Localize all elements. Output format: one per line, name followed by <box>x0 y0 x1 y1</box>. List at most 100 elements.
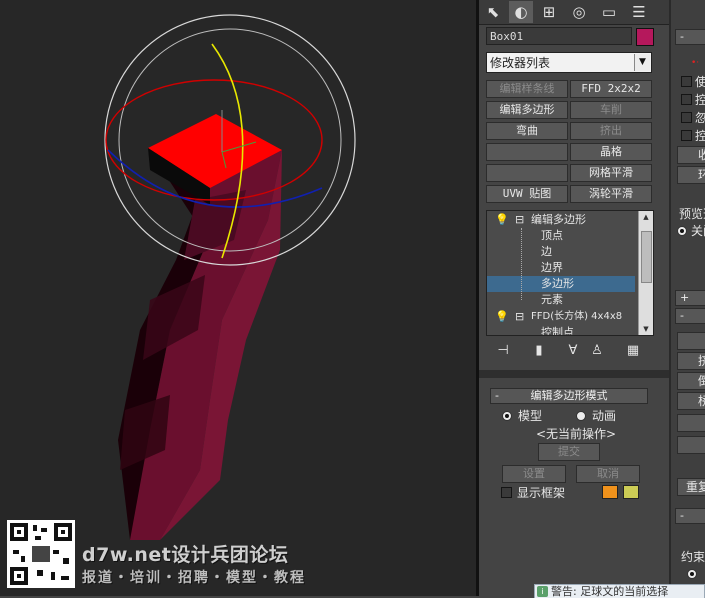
hierarchy-tab[interactable]: ⊞ <box>537 1 561 23</box>
lightbulb-icon[interactable]: 💡 <box>495 309 509 325</box>
rollout-title: 编辑多边形模式 <box>530 389 608 402</box>
option-checkbox-2[interactable] <box>681 94 692 105</box>
option-label-4: 控 <box>695 127 705 144</box>
expand-icon[interactable]: ⊟ <box>515 309 524 325</box>
hierarchy-icon: ⊞ <box>542 3 556 21</box>
utilities-icon: ☰ <box>632 3 646 21</box>
stack-item-ffd-box[interactable]: 💡 ⊟ FFD(长方体) 4x4x8 <box>487 309 635 325</box>
stack-subitem-border[interactable]: 边界 <box>487 260 635 276</box>
stack-tools: ⊣ ▮ ∀ ♙ ▦ <box>486 341 652 361</box>
stack-subitem-edge[interactable]: 边 <box>487 244 635 260</box>
empty-button-2[interactable] <box>677 414 705 432</box>
pin-stack-icon[interactable]: ⊣ <box>492 341 514 361</box>
constraint-radio[interactable] <box>687 569 697 579</box>
expand-icon[interactable]: ⊟ <box>515 212 524 228</box>
stack-subitem-polygon[interactable]: 多边形 <box>487 276 635 292</box>
warning-text: 警告: 足球文的当前选择 <box>551 585 669 598</box>
modifier-btn-uvw-map[interactable]: UVW 贴图 <box>486 185 568 203</box>
settings-button[interactable]: 设置 <box>502 465 566 483</box>
stack-subitem-control-points[interactable]: 控制点 <box>487 325 635 336</box>
option-label-2: 控 <box>695 91 705 108</box>
bridge-button[interactable]: 桥 <box>677 392 705 410</box>
extrude-button[interactable]: 挤 <box>677 352 705 370</box>
modifier-btn-empty-1[interactable] <box>486 143 568 161</box>
create-tab[interactable]: ⬉ <box>481 1 505 23</box>
object-name-field[interactable]: Box01 <box>486 27 632 45</box>
stack-subitem-label: 边 <box>541 245 552 258</box>
edit-poly-mode-rollout-header[interactable]: - 编辑多边形模式 <box>490 388 648 404</box>
modifier-btn-ffd222[interactable]: FFD 2x2x2 <box>570 80 652 98</box>
stack-item-label: 编辑多边形 <box>531 213 586 226</box>
shrink-button[interactable]: 收 <box>677 146 705 164</box>
show-cage-checkbox[interactable] <box>501 487 512 498</box>
empty-button-1[interactable] <box>677 332 705 350</box>
viewport-scene[interactable] <box>0 0 476 596</box>
modifier-btn-bend[interactable]: 弯曲 <box>486 122 568 140</box>
secondary-command-panel: - •· 使 控 忽 控 收 环 预览选 关闭 + - 挤 倒 桥 重复 - 约… <box>669 0 705 596</box>
modifier-btn-lattice[interactable]: 晶格 <box>570 143 652 161</box>
modifier-stack[interactable]: 💡 ⊟ 编辑多边形 顶点 边 边界 多边形 元素 💡 ⊟ FFD(长方体) 4x… <box>486 210 654 336</box>
modifier-btn-edit-poly[interactable]: 编辑多边形 <box>486 101 568 119</box>
modifier-btn-edit-spline[interactable]: 编辑样条线 <box>486 80 568 98</box>
cage-color-swatch-1[interactable] <box>602 485 618 499</box>
modifier-list-dropdown[interactable]: 修改器列表 ▼ <box>486 52 652 73</box>
repeat-last-button[interactable]: 重复 <box>677 478 705 496</box>
preview-off-label: 关闭 <box>691 224 705 238</box>
stack-item-edit-poly[interactable]: 💡 ⊟ 编辑多边形 <box>487 212 635 228</box>
rollout-header-selection[interactable]: - <box>675 29 705 45</box>
preview-off-radio[interactable] <box>677 226 687 236</box>
watermark-title: d7w.net设计兵团论坛 <box>82 544 289 566</box>
stack-item-label: FFD(长方体) 4x4x8 <box>531 311 623 322</box>
model-radio[interactable] <box>502 411 512 421</box>
scroll-up-icon[interactable]: ▲ <box>639 211 653 223</box>
display-tab[interactable]: ▭ <box>597 1 621 23</box>
stack-subitem-label: 多边形 <box>541 277 574 290</box>
lightbulb-icon[interactable]: 💡 <box>495 212 509 228</box>
modifier-btn-lathe[interactable]: 车削 <box>570 101 652 119</box>
bevel-button[interactable]: 倒 <box>677 372 705 390</box>
modify-tab[interactable]: ◐ <box>509 1 533 23</box>
commit-button[interactable]: 提交 <box>538 443 600 461</box>
option-checkbox-3[interactable] <box>681 112 692 123</box>
cage-color-swatch-2[interactable] <box>623 485 639 499</box>
command-panel-tabs: ⬉ ◐ ⊞ ◎ ▭ ☰ <box>479 0 669 25</box>
stack-scrollbar[interactable]: ▲ ▼ <box>638 211 653 335</box>
modifier-btn-extrude[interactable]: 挤出 <box>570 122 652 140</box>
option-checkbox-1[interactable] <box>681 76 692 87</box>
motion-tab[interactable]: ◎ <box>567 1 591 23</box>
remove-modifier-icon[interactable]: ♙ <box>586 341 608 361</box>
stack-subitem-vertex[interactable]: 顶点 <box>487 228 635 244</box>
collapse-icon: - <box>495 389 499 402</box>
object-color-swatch[interactable] <box>636 28 654 46</box>
stack-subitem-label: 控制点 <box>541 326 574 336</box>
stack-subitem-label: 元素 <box>541 293 563 306</box>
tree-line <box>521 228 523 300</box>
perspective-viewport[interactable]: d7w.net设计兵团论坛 报道・培训・招聘・模型・教程 <box>0 0 476 596</box>
configure-sets-icon[interactable]: ▦ <box>622 341 644 361</box>
rollout-header-edit-geometry[interactable]: - <box>675 508 705 524</box>
rollout-header-edit-polygons[interactable]: - <box>675 308 705 324</box>
rollout-header-soft-selection[interactable]: + <box>675 290 705 306</box>
animate-radio-label: 动画 <box>592 409 617 423</box>
scroll-thumb[interactable] <box>641 231 652 283</box>
modifier-btn-empty-2[interactable] <box>486 164 568 182</box>
modifier-list-label: 修改器列表 <box>490 56 551 70</box>
animate-radio[interactable] <box>576 411 586 421</box>
cancel-button[interactable]: 取消 <box>576 465 640 483</box>
stack-subitem-label: 顶点 <box>541 229 563 242</box>
option-checkbox-4[interactable] <box>681 130 692 141</box>
utilities-tab[interactable]: ☰ <box>627 1 651 23</box>
constraint-label: 约束 <box>681 550 705 564</box>
create-icon: ⬉ <box>486 3 500 21</box>
empty-button-3[interactable] <box>677 436 705 454</box>
stack-subitem-element[interactable]: 元素 <box>487 292 635 308</box>
make-unique-icon[interactable]: ∀ <box>562 341 584 361</box>
show-end-result-icon[interactable]: ▮ <box>528 341 550 361</box>
ring-button[interactable]: 环 <box>677 166 705 184</box>
chevron-down-icon[interactable]: ▼ <box>634 54 650 71</box>
modify-icon: ◐ <box>514 3 528 21</box>
modifier-btn-meshsmooth[interactable]: 网格平滑 <box>570 164 652 182</box>
scroll-down-icon[interactable]: ▼ <box>639 323 653 335</box>
motion-icon: ◎ <box>572 3 586 21</box>
modifier-btn-turbosmooth[interactable]: 涡轮平滑 <box>570 185 652 203</box>
